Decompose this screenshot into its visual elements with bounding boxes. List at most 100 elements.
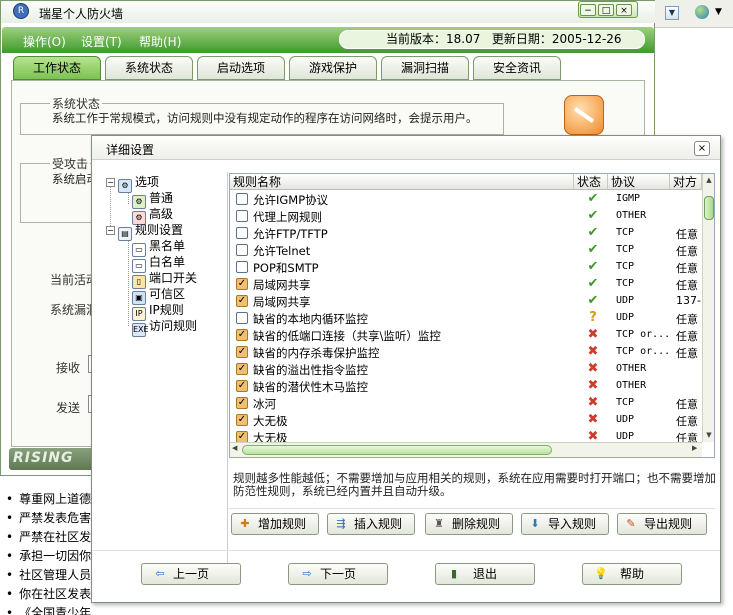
table-row[interactable]: ✓ 大无极 ✖ UDP 任意 [230,412,702,429]
tab-scan[interactable]: 漏洞扫描 [381,56,469,80]
table-row[interactable]: ✓ 缺省的溢出性指令监控 ✖ OTHER [230,361,702,378]
col-protocol[interactable]: 协议 [608,174,670,190]
receive-label: 接收 [56,361,81,375]
table-row[interactable]: 代理上网规则 ✔ OTHER [230,208,702,225]
globe-icon[interactable] [695,5,709,19]
title-bar: R 瑞星个人防火墙 − □ × [1,1,656,23]
rule-checkbox[interactable] [236,193,248,205]
rule-checkbox[interactable] [236,244,248,256]
help-button[interactable]: 💡 帮助 [582,563,682,585]
status-question-icon: ? [589,310,597,325]
tab-system-status[interactable]: 系统状态 [105,56,193,80]
tree-node-normal[interactable]: ⚙ 普通 [132,190,173,209]
scroll-down-icon[interactable]: ▼ [703,429,714,441]
table-row[interactable]: POP和SMTP ✔ TCP 任意 [230,259,702,276]
rule-protocol: TCP [616,278,635,289]
tree-label-blacklist: 黑名单 [149,239,186,253]
arrow-right-icon: ⇨ [302,567,312,580]
rule-checkbox[interactable]: ✓ [236,278,248,290]
table-row[interactable]: 缺省的本地内循环监控? UDP 任意 [230,310,702,327]
tree-node-blacklist[interactable]: ▭ 黑名单 [132,238,186,257]
table-row[interactable]: ✓ 缺省的内存杀毒保护监控 ✖ TCP or... 任意 [230,344,702,361]
rule-checkbox[interactable]: ✓ [236,414,248,426]
status-check-icon: ✔ [587,259,599,274]
horizontal-scrollbar[interactable]: ◀ ▶ [230,442,702,457]
prev-page-button[interactable]: ⇦ 上一页 [141,563,241,585]
rule-peer: 任意 [676,330,698,343]
rule-checkbox[interactable] [236,210,248,222]
table-row[interactable]: 允许Telnet ✔ TCP 任意 [230,242,702,259]
tree-node-rules[interactable]: − ▤ 规则设置 [106,222,183,241]
tree-node-trusted[interactable]: ▣ 可信区 [132,286,185,305]
tree-label-whitelist: 白名单 [149,255,186,269]
tree-node-whitelist[interactable]: ▭ 白名单 [132,254,186,273]
rule-name: 缺省的溢出性指令监控 [253,363,368,377]
table-row[interactable]: 允许IGMP协议 ✔ IGMP [230,191,702,208]
rule-checkbox[interactable]: ✓ [236,397,248,409]
status-cross-icon: ✖ [587,412,599,427]
stop-icon[interactable] [564,95,604,135]
exit-button[interactable]: ▮ 退出 [435,563,535,585]
tree-node-options[interactable]: − ⚙ 选项 [106,174,159,193]
rule-checkbox[interactable]: ✓ [236,329,248,341]
scroll-thumb[interactable] [704,196,714,220]
rule-checkbox[interactable]: ✓ [236,363,248,375]
tab-work-status[interactable]: 工作状态 [13,56,101,80]
menu-settings[interactable]: 设置(T) [81,33,122,50]
tab-game[interactable]: 游戏保护 [289,56,377,80]
scroll-right-icon[interactable]: ▶ [692,444,697,452]
menu-help[interactable]: 帮助(H) [139,33,181,50]
add-rule-button[interactable]: ✚ 增加规则 [231,513,319,535]
rule-checkbox[interactable] [236,261,248,273]
table-row[interactable]: ✓ 缺省的低端口连接（共享\监听）监控 ✖ TCP or... 任意 [230,327,702,344]
table-row[interactable]: ✓ 局域网共享 ✔ TCP 任意 [230,276,702,293]
collapse-icon[interactable]: − [106,226,115,235]
tree-node-advanced[interactable]: ⚙ 高级 [132,206,174,225]
rule-protocol: UDP [616,295,635,306]
tab-startup[interactable]: 启动选项 [197,56,285,80]
table-row[interactable]: ✓ 缺省的潜伏性木马监控 ✖ OTHER [230,378,702,395]
list-item: 严禁发表危害 [6,509,91,526]
table-row[interactable]: ✓ 冰河 ✖ TCP 任意 [230,395,702,412]
export-rule-button[interactable]: ✎ 导出规则 [617,513,707,535]
rule-checkbox[interactable] [236,312,248,324]
prev-page-label: 上一页 [172,567,209,581]
window-title: 瑞星个人防火墙 [39,7,124,21]
tree-node-ip-rules[interactable]: IP IP规则 [132,302,184,321]
tab-news[interactable]: 安全资讯 [473,56,561,80]
scroll-left-icon[interactable]: ◀ [232,444,237,452]
next-page-button[interactable]: ⇨ 下一页 [288,563,388,585]
version-label: 当前版本：18.07 [386,32,481,46]
table-row[interactable]: ✓ 局域网共享 ✔ UDP 137- [230,293,702,310]
tree-node-ports[interactable]: ▯ 端口开关 [132,270,197,289]
rule-checkbox[interactable] [236,227,248,239]
hscroll-thumb[interactable] [242,445,552,455]
vertical-scrollbar[interactable]: ▲ ▼ [702,174,714,442]
delete-rule-button[interactable]: ♜ 删除规则 [425,513,513,535]
col-status[interactable]: 状态 [574,174,608,190]
close-button[interactable]: × [616,4,632,16]
minimize-button[interactable]: − [580,4,596,16]
send-label: 发送 [56,401,81,415]
rules-icon: ▤ [118,227,132,241]
import-rule-button[interactable]: ⬇ 导入规则 [521,513,609,535]
dropdown-arrow-icon[interactable]: ▼ [665,6,679,20]
rule-peer: 任意 [676,228,698,241]
table-row[interactable]: 允许FTP/TFTP ✔ TCP 任意 [230,225,702,242]
tree-label-advanced: 高级 [149,207,174,221]
rule-peer: 任意 [676,415,698,428]
menu-operate[interactable]: 操作(O) [23,33,66,50]
collapse-icon[interactable]: − [106,178,115,187]
rule-checkbox[interactable]: ✓ [236,380,248,392]
insert-rule-button[interactable]: ⇶ 插入规则 [327,513,415,535]
tree-node-access-rules[interactable]: EXE访问规则 [132,318,197,337]
col-rule-name[interactable]: 规则名称 [230,174,574,190]
rule-protocol: IGMP [616,193,641,204]
col-peer[interactable]: 对方 [670,174,702,190]
rule-checkbox[interactable]: ✓ [236,295,248,307]
scroll-up-icon[interactable]: ▲ [703,174,714,186]
maximize-button[interactable]: □ [598,4,614,16]
dialog-close-button[interactable]: × [694,141,710,156]
chevron-down-icon[interactable]: ▼ [715,7,722,17]
rule-checkbox[interactable]: ✓ [236,346,248,358]
